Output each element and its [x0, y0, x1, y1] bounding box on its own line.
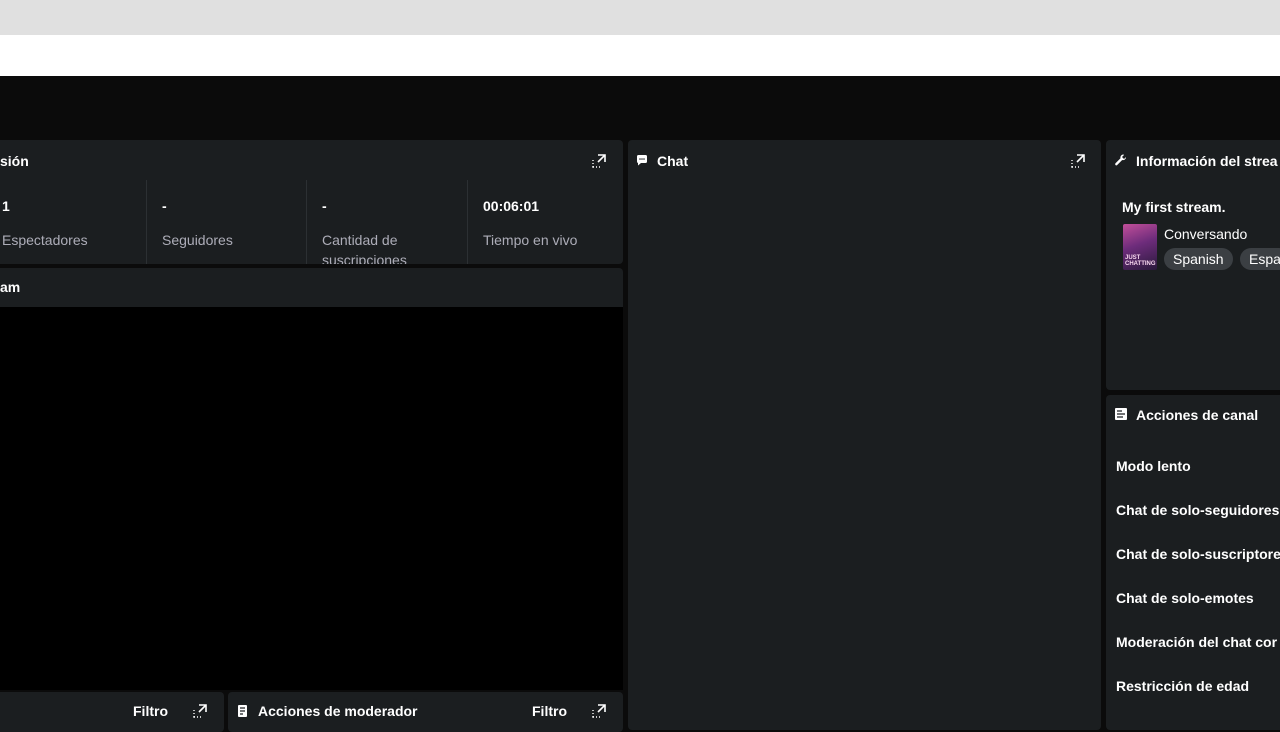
- stat-divider: [146, 180, 147, 264]
- stream-title-text: My first stream.: [1122, 199, 1226, 215]
- browser-address-area: [0, 35, 1280, 76]
- popout-icon[interactable]: [591, 703, 607, 719]
- filter-button[interactable]: Filtro: [133, 703, 168, 719]
- channel-actions-panel: Acciones de canal Modo lento Chat de sol…: [1106, 395, 1280, 730]
- chat-panel: Chat: [628, 140, 1101, 730]
- stat-label: Tiempo en vivo: [483, 232, 578, 248]
- action-subscribers-only-chat[interactable]: Chat de solo-suscriptore: [1116, 546, 1280, 562]
- tag-spanish[interactable]: Spanish: [1164, 248, 1233, 270]
- stat-subscriptions: - Cantidad de suscripciones: [322, 180, 442, 264]
- popout-icon[interactable]: [1070, 153, 1086, 169]
- filter-button[interactable]: Filtro: [532, 703, 567, 719]
- chat-title: Chat: [657, 153, 689, 169]
- stream-info-panel: Información del strea My first stream. J…: [1106, 140, 1280, 390]
- stat-divider: [306, 180, 307, 264]
- stat-value: 1: [2, 198, 10, 214]
- channel-actions-title: Acciones de canal: [1136, 407, 1259, 423]
- stat-value: 00:06:01: [483, 198, 540, 214]
- action-emotes-only-chat[interactable]: Chat de solo-emotes: [1116, 590, 1254, 606]
- stat-followers: - Seguidores: [162, 180, 302, 264]
- app-top-bar: [0, 76, 1280, 136]
- action-chat-moderation[interactable]: Moderación del chat cor: [1116, 634, 1277, 650]
- wrench-icon: [1114, 153, 1128, 167]
- stat-divider: [467, 180, 468, 264]
- stat-value: -: [322, 198, 327, 214]
- action-followers-only-chat[interactable]: Chat de solo-seguidores: [1116, 502, 1279, 518]
- action-age-restriction[interactable]: Restricción de edad: [1116, 678, 1249, 694]
- stat-label: Seguidores: [162, 232, 233, 248]
- stat-viewers: 1 Espectadores: [2, 180, 142, 264]
- stat-live-time: 00:06:01 Tiempo en vivo: [483, 180, 613, 264]
- stream-preview-header: am: [0, 268, 623, 307]
- stream-info-title: Información del strea: [1136, 153, 1278, 169]
- stat-value: -: [162, 198, 167, 214]
- session-panel: sión 1 Espectadores - Seguidores - Canti…: [0, 140, 623, 264]
- category-thumbnail[interactable]: JUST CHATTING: [1123, 224, 1157, 270]
- stat-label: Espectadores: [2, 232, 88, 248]
- channel-actions-icon: [1114, 407, 1128, 421]
- thumbnail-caption: JUST CHATTING: [1125, 255, 1156, 267]
- stream-video-player[interactable]: [0, 307, 623, 690]
- mod-actions-panel: Acciones de moderador Filtro: [228, 692, 623, 732]
- mod-actions-title: Acciones de moderador: [258, 703, 418, 719]
- popout-icon[interactable]: [591, 153, 607, 169]
- session-panel-title: sión: [0, 153, 29, 169]
- stat-label: Cantidad de suscripciones: [322, 232, 407, 264]
- category-name: Conversando: [1164, 226, 1248, 242]
- tag-espanol[interactable]: Espa: [1240, 248, 1280, 270]
- browser-chrome-bar: [0, 0, 1280, 35]
- chat-bubble-icon: [635, 153, 649, 167]
- action-slow-mode[interactable]: Modo lento: [1116, 458, 1191, 474]
- document-icon: [236, 704, 250, 718]
- popout-icon[interactable]: [192, 703, 208, 719]
- stream-preview-title: am: [0, 279, 21, 295]
- activity-feed-panel: Filtro: [0, 692, 224, 732]
